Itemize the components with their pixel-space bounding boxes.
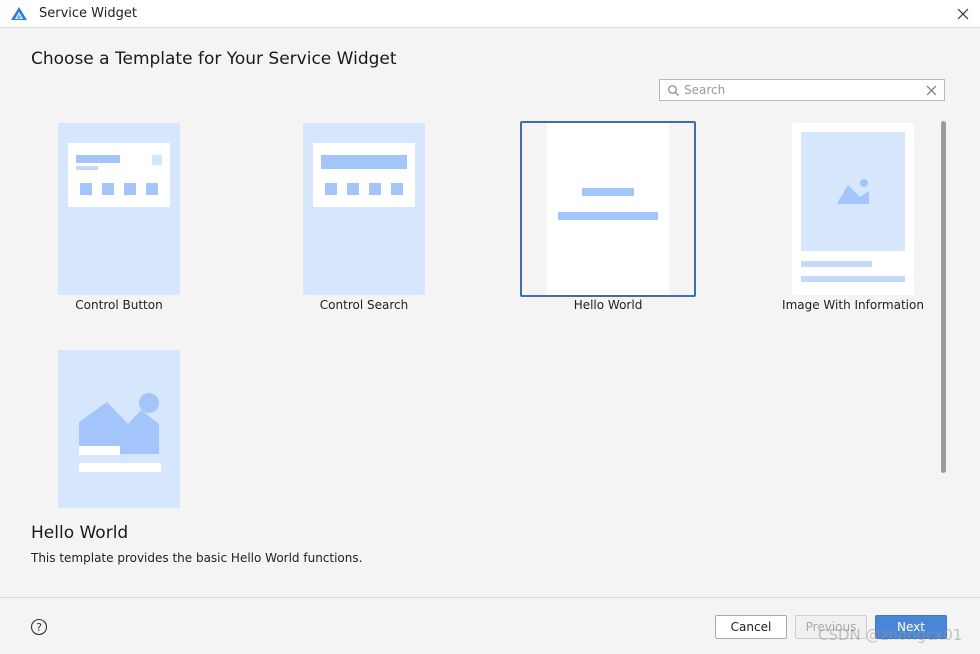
title-bar: Service Widget [0,0,980,28]
control-search-thumbnail [303,123,425,295]
template-control-button[interactable] [58,123,180,295]
watermark-text: CSDN @zhongcx01 [818,626,963,644]
clear-icon[interactable] [925,84,938,97]
template-label: Image With Information [782,298,924,312]
search-input[interactable] [684,82,919,98]
search-box[interactable] [659,79,945,101]
page-title: Choose a Template for Your Service Widge… [31,49,397,69]
template-label: Control Search [319,298,409,312]
image-with-information-thumbnail [792,123,914,295]
scrollbar-thumb[interactable] [941,121,946,473]
template-control-search[interactable] [303,123,425,295]
template-description-text: This template provides the basic Hello W… [31,551,363,565]
svg-text:?: ? [36,621,42,634]
template-preview-image [58,350,180,508]
window-title: Service Widget [39,6,137,21]
template-image-with-information[interactable] [792,123,914,295]
template-label: Control Button [75,298,163,312]
footer-divider [0,597,980,598]
close-icon[interactable] [952,3,974,25]
hello-world-thumbnail [547,123,669,295]
template-hello-world[interactable] [547,123,669,295]
control-button-thumbnail [58,123,180,295]
template-label: Hello World [573,298,643,312]
cancel-button[interactable]: Cancel [715,615,787,639]
question-circle-icon[interactable]: ? [30,618,48,636]
template-description-title: Hello World [31,523,129,543]
search-icon [668,85,679,96]
app-logo-icon [11,7,27,20]
